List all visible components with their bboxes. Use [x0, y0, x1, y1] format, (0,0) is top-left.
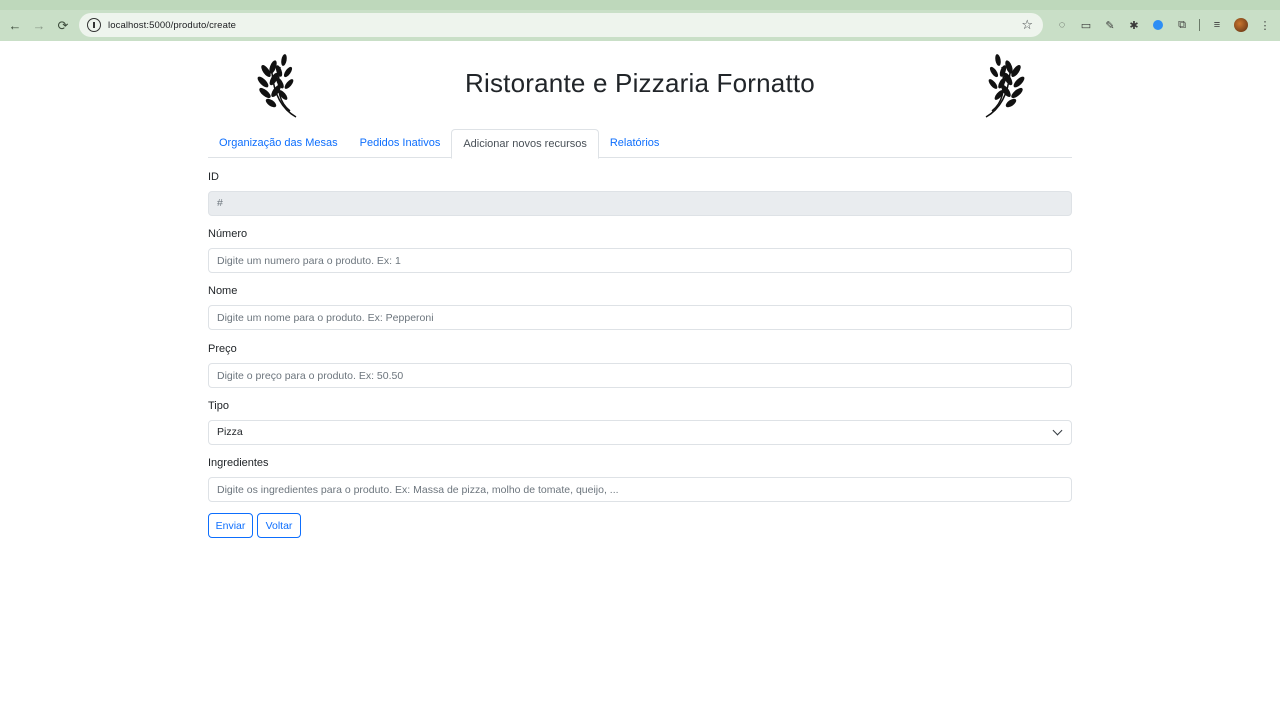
extension-2-icon[interactable]: ▭	[1074, 15, 1098, 35]
media-queue-icon[interactable]: ≡	[1205, 15, 1229, 35]
tab-relatorios[interactable]: Relatórios	[599, 129, 671, 158]
ingredientes-label: Ingredientes	[208, 457, 269, 469]
extension-1-icon[interactable]: ◌	[1050, 15, 1074, 35]
bookmark-star-icon[interactable]: ☆	[1021, 17, 1033, 33]
nav-tabs: Organização das Mesas Pedidos Inativos A…	[208, 129, 1072, 159]
numero-group: Número	[208, 227, 1072, 273]
browser-toolbar: ← → ⟳ localhost:5000/produto/create ☆ ◌ …	[0, 0, 1280, 41]
wheat-logo-icon	[985, 54, 1025, 118]
extensions-area: ◌ ▭ ✎ ✱ ⧉ ≡ ⋮	[1050, 15, 1277, 35]
id-label: ID	[208, 171, 219, 183]
tipo-select[interactable]: Pizza	[208, 420, 1072, 445]
site-header: Ristorante e Pizzaria Fornatto	[208, 41, 1072, 129]
profile-avatar[interactable]	[1229, 15, 1253, 35]
chevron-down-icon	[1052, 425, 1063, 436]
numero-field[interactable]	[208, 248, 1072, 273]
nome-label: Nome	[208, 285, 238, 297]
id-group: ID #	[208, 170, 1072, 216]
blue-extension-icon[interactable]	[1146, 15, 1170, 35]
puzzle-extensions-icon[interactable]: ⧉	[1170, 15, 1194, 35]
url-text[interactable]: localhost:5000/produto/create	[108, 20, 236, 31]
site-info-icon[interactable]	[87, 18, 101, 32]
preco-field[interactable]	[208, 363, 1072, 388]
nome-field[interactable]	[208, 305, 1072, 330]
page-title: Ristorante e Pizzaria Fornatto	[465, 68, 815, 98]
back-button[interactable]: Voltar	[257, 513, 301, 538]
preco-label: Preço	[208, 343, 237, 355]
browser-menu-icon[interactable]: ⋮	[1253, 15, 1277, 35]
ingredientes-group: Ingredientes	[208, 456, 1072, 502]
id-field: #	[208, 191, 1072, 216]
tab-organizacao-mesas[interactable]: Organização das Mesas	[208, 129, 349, 158]
pen-extension-icon[interactable]: ✎	[1098, 15, 1122, 35]
ingredientes-field[interactable]	[208, 477, 1072, 502]
tipo-selected-value: Pizza	[217, 426, 243, 438]
nome-group: Nome	[208, 284, 1072, 330]
toolbar-divider	[1199, 19, 1200, 31]
page-container: Ristorante e Pizzaria Fornatto Organizaç…	[208, 41, 1072, 538]
forward-arrow-icon[interactable]: →	[27, 14, 51, 38]
tab-adicionar-recursos[interactable]: Adicionar novos recursos	[451, 129, 599, 159]
address-bar[interactable]: localhost:5000/produto/create ☆	[79, 13, 1043, 37]
bug-extension-icon[interactable]: ✱	[1122, 15, 1146, 35]
tipo-group: Tipo Pizza	[208, 399, 1072, 445]
numero-label: Número	[208, 228, 248, 240]
submit-button[interactable]: Enviar	[208, 513, 253, 538]
tipo-label: Tipo	[208, 400, 229, 412]
back-arrow-icon[interactable]: ←	[3, 14, 27, 38]
reload-icon[interactable]: ⟳	[51, 14, 75, 38]
preco-group: Preço	[208, 342, 1072, 388]
tab-pedidos-inativos[interactable]: Pedidos Inativos	[349, 129, 452, 158]
